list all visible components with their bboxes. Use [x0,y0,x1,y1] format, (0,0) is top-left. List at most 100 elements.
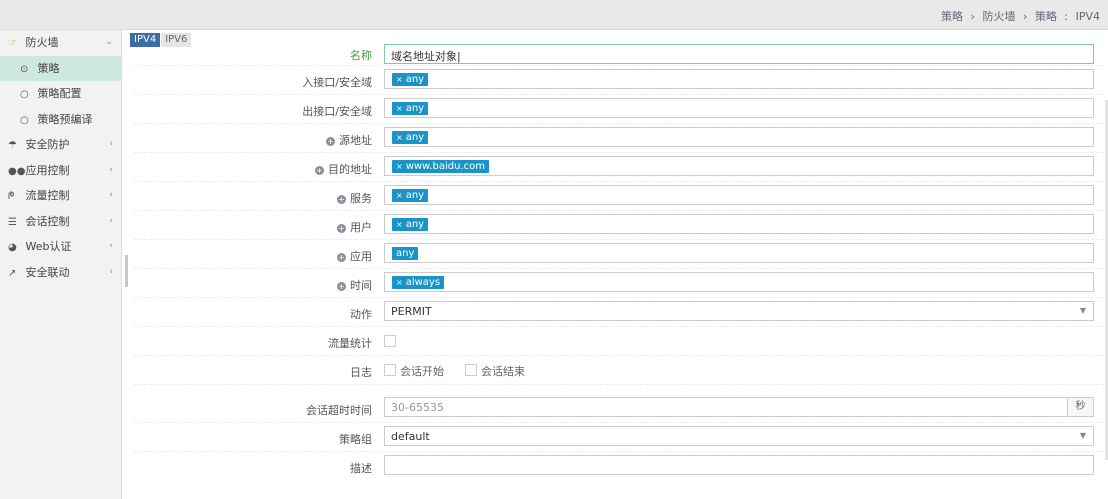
radio-icon: ○ [20,114,29,126]
app-label: + 应用 [337,250,372,263]
dst-addr-label: + 目的地址 [315,163,372,176]
form-row-traffic-stat: 流量统计 [134,327,1104,356]
action-label: 动作 [350,308,372,321]
radio-selected-icon: ⊙ [20,63,29,75]
service-select[interactable]: × any [384,185,1094,205]
chevron-left-icon: ‹ [109,241,113,251]
form-row-name: 名称 域名地址对象| [134,44,1104,66]
sidebar-item-firewall[interactable]: ☞ 防火墙 ⌄ [0,30,121,56]
plus-circle-icon[interactable]: + [337,195,346,204]
in-iface-label: 入接口/安全域 [302,76,372,89]
app-select[interactable]: any [384,243,1094,263]
name-value: 域名地址对象| [391,50,461,63]
sidebar-item-label: Web认证 [25,240,72,253]
sidebar-item-traffic-control[interactable]: ᖘ 流量控制 ‹ [0,183,121,209]
breadcrumb-separator: › [1022,10,1028,23]
tag-label: any [405,190,425,201]
breadcrumb: 策略 › 防火墙 › 策略 : IPV4 [939,8,1102,24]
out-iface-label: 出接口/安全域 [302,105,372,118]
remove-tag-icon[interactable]: × [396,133,403,142]
tag-label: any [405,74,425,85]
traffic-stat-checkbox[interactable] [384,335,396,347]
breadcrumb-item[interactable]: 防火墙 [982,10,1015,23]
time-select[interactable]: × always [384,272,1094,292]
sidebar-item-web-auth[interactable]: ◕ Web认证 ‹ [0,234,121,260]
remove-tag-icon[interactable]: × [396,220,403,229]
name-input[interactable]: 域名地址对象| [384,44,1094,64]
sidebar-item-session-control[interactable]: ☰ 会话控制 ‹ [0,209,121,235]
timeout-label: 会话超时时间 [306,404,372,417]
tag-www-baidu-com[interactable]: × www.baidu.com [392,160,489,173]
tag-any[interactable]: × any [392,131,429,144]
desc-input[interactable] [384,455,1094,475]
top-bar: 策略 › 防火墙 › 策略 : IPV4 [0,0,1108,30]
sidebar-subitem-policy[interactable]: ⊙ 策略 [0,55,121,81]
policy-group-label: 策略组 [339,433,372,446]
flow-icon: ᖘ [8,191,15,202]
sidebar-item-label: 安全联动 [25,265,70,279]
desc-label: 描述 [350,462,372,475]
sidebar: ☞ 防火墙 ⌄ ⊙ 策略 ○ 策略配置 ○ 策略预编译 ☂ 安全防护 ‹ ●● … [0,30,122,499]
log-session-start-label: 会话开始 [400,365,444,378]
hand-pointer-icon: ☞ [8,38,17,49]
user-label: + 用户 [337,221,372,234]
breadcrumb-item[interactable]: 策略 [1035,10,1057,23]
remove-tag-icon[interactable]: × [396,162,403,171]
sliders-icon: ☰ [8,216,17,228]
plus-circle-icon[interactable]: + [337,253,346,262]
src-addr-label: + 源地址 [326,134,372,147]
seconds-unit-label: 秒 [1067,398,1093,416]
remove-tag-icon[interactable]: × [396,104,403,113]
plus-circle-icon[interactable]: + [337,282,346,291]
sidebar-subitem-policy-config[interactable]: ○ 策略配置 [0,81,121,107]
in-iface-select[interactable]: × any [384,69,1094,89]
remove-tag-icon[interactable]: × [396,278,403,287]
form-row-in-iface: 入接口/安全域 × any [134,66,1104,95]
tag-any[interactable]: × any [392,189,429,202]
sidebar-item-app-control[interactable]: ●● 应用控制 ‹ [0,158,121,184]
timeout-placeholder: 30-65535 [391,401,444,414]
policy-group-select[interactable]: default ▼ [384,426,1094,446]
log-session-end-checkbox[interactable] [465,364,477,376]
tag-always[interactable]: × always [392,276,445,289]
tag-label: always [405,277,441,288]
chevron-left-icon: ‹ [109,164,113,175]
remove-tag-icon[interactable]: × [396,75,403,84]
globe-icon: ◕ [8,242,17,253]
remove-tag-icon[interactable]: × [396,191,403,200]
sidebar-subitem-policy-precompile[interactable]: ○ 策略预编译 [0,107,121,133]
policy-group-value: default [391,430,430,443]
service-label: + 服务 [337,192,372,205]
sidebar-item-security-linkage[interactable]: ↗ 安全联动 ‹ [0,260,121,286]
breadcrumb-separator: : [1064,10,1069,23]
sidebar-item-label: 流量控制 [25,189,70,202]
form-row-dst-addr: + 目的地址 × www.baidu.com [134,153,1104,182]
timeout-input[interactable]: 30-65535 秒 [384,397,1094,417]
form-row-out-iface: 出接口/安全域 × any [134,95,1104,124]
src-addr-select[interactable]: × any [384,127,1094,147]
sidebar-item-security-protection[interactable]: ☂ 安全防护 ‹ [0,132,121,158]
chevron-left-icon: ‹ [109,190,113,200]
form-row-app: + 应用 any [134,240,1104,269]
log-session-start-checkbox[interactable] [384,364,396,376]
sidebar-item-label: 应用控制 [25,163,70,177]
tag-label: any [405,103,425,114]
dst-addr-select[interactable]: × www.baidu.com [384,156,1094,176]
tag-any[interactable]: × any [392,73,429,86]
sidebar-item-label: 防火墙 [25,36,59,49]
out-iface-select[interactable]: × any [384,98,1094,118]
plus-circle-icon[interactable]: + [337,224,346,233]
sidebar-scrollbar[interactable] [125,255,128,287]
tag-any[interactable]: × any [392,218,429,231]
breadcrumb-item[interactable]: 策略 [941,10,963,23]
sidebar-item-label: 策略配置 [37,87,82,100]
tag-any[interactable]: × any [392,102,429,115]
user-select[interactable]: × any [384,214,1094,234]
plus-circle-icon[interactable]: + [326,137,335,146]
tag-label: any [405,219,425,230]
action-select[interactable]: PERMIT ▼ [384,301,1094,321]
caret-down-icon: ▼ [1079,431,1086,440]
tag-any[interactable]: any [392,247,419,260]
external-link-icon: ↗ [8,267,17,279]
plus-circle-icon[interactable]: + [315,166,324,175]
